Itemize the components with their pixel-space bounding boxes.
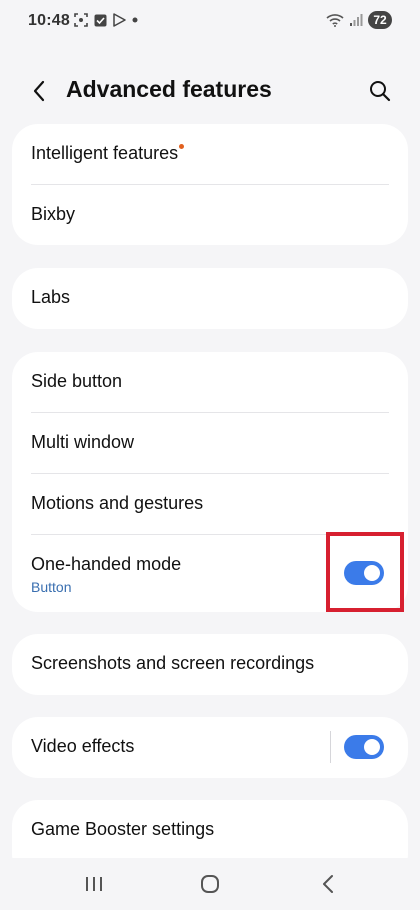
settings-card-screenshots: Screenshots and screen recordings [12,634,408,695]
back-icon [323,875,333,893]
settings-item-label: Intelligent features [31,143,179,163]
settings-item-label: Video effects [31,736,135,756]
system-navigation-bar [0,858,420,910]
system-status-icons: 72 [326,11,392,29]
battery-indicator: 72 [368,11,392,29]
back-button[interactable] [24,76,54,106]
settings-item-labs[interactable]: Labs [12,268,408,329]
toggle-knob [364,739,380,755]
new-badge-dot [179,144,185,149]
settings-item-label: One-handed mode [31,554,182,574]
search-button[interactable] [364,75,396,107]
recent-apps-button[interactable] [74,870,114,898]
highlight-box [326,532,404,612]
settings-item-side-button[interactable]: Side button [12,352,408,413]
settings-item-multi-window[interactable]: Multi window [12,413,408,474]
notification-icons [74,13,138,27]
search-icon [370,81,391,102]
vertical-separator [330,731,331,763]
settings-item-subtext: Button [31,579,72,595]
status-bar: 10:48 72 [0,0,420,44]
recent-apps-icon [86,877,102,891]
screenshot-icon [74,13,88,27]
page-title: Advanced features [66,76,272,102]
settings-card-labs: Labs [12,268,408,329]
settings-card-video-effects: Video effects [12,717,408,778]
settings-item-video-effects[interactable]: Video effects [12,717,408,778]
settings-item-game-booster-settings[interactable]: Game Booster settings [12,800,408,861]
play-store-icon [113,13,126,27]
more-notifications-dot-icon [132,17,138,23]
settings-item-bixby[interactable]: Bixby [12,185,408,245]
signal-icon [350,14,363,26]
settings-item-label: Game Booster settings [31,819,215,839]
settings-item-label: Screenshots and screen recordings [31,653,315,673]
chevron-left-icon [33,80,45,102]
settings-item-label: Labs [31,287,71,307]
settings-item-label: Bixby [31,204,76,224]
settings-item-intelligent-features[interactable]: Intelligent features [12,124,408,185]
status-time: 10:48 [28,12,70,29]
settings-item-label: Side button [31,371,123,391]
settings-card-intelligence: Intelligent features Bixby [12,124,408,245]
nav-back-button[interactable] [308,870,348,898]
settings-item-screenshots-and-screen-recordings[interactable]: Screenshots and screen recordings [12,634,408,695]
home-button[interactable] [190,870,230,898]
app-header: Advanced features [0,64,420,116]
video-effects-toggle[interactable] [344,735,384,759]
settings-item-motions-and-gestures[interactable]: Motions and gestures [12,474,408,535]
wifi-icon [326,14,344,27]
settings-item-label: Multi window [31,432,135,452]
settings-item-label: Motions and gestures [31,493,204,513]
checkbox-icon [94,14,107,26]
home-icon [201,875,219,893]
